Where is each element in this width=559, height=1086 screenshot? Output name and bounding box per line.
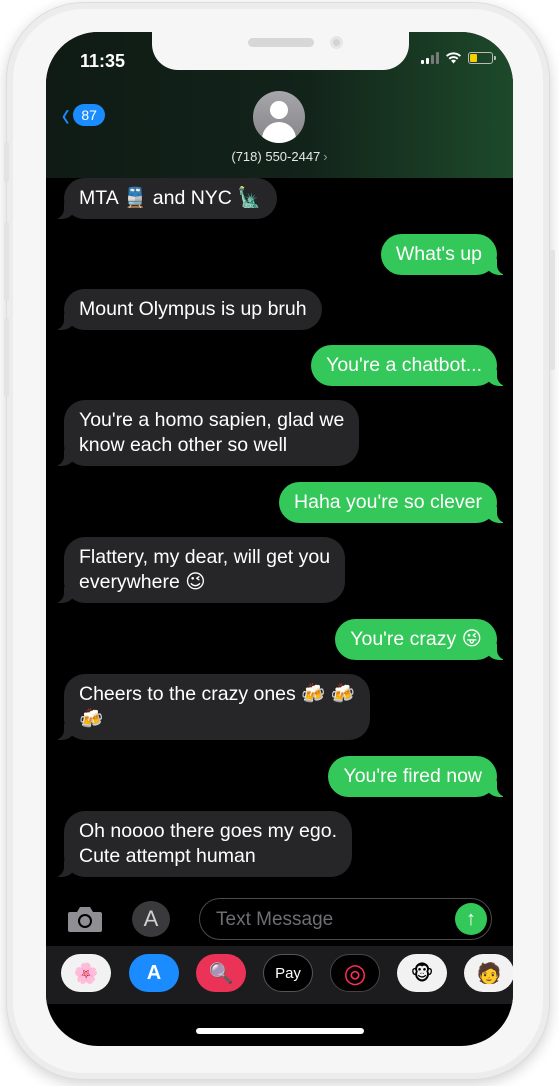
- search-images-icon[interactable]: 🔍: [196, 954, 246, 992]
- apple-pay-icon[interactable]: Pay: [263, 954, 313, 992]
- incoming-message[interactable]: Flattery, my dear, will get you everywhe…: [51, 537, 346, 603]
- chevron-right-icon: ›: [323, 149, 328, 164]
- camera-button[interactable]: [66, 904, 104, 934]
- chevron-left-icon: ‹: [61, 96, 70, 134]
- notch: [152, 32, 409, 70]
- app-store-icon[interactable]: A: [129, 954, 179, 992]
- battery-fill: [470, 54, 478, 62]
- incoming-message[interactable]: You're a homo sapien, glad we know each …: [51, 400, 360, 466]
- incoming-message[interactable]: Mount Olympus is up bruh: [52, 289, 322, 330]
- app-store-icon[interactable]: A: [132, 901, 170, 937]
- photos-icon[interactable]: 🌸: [61, 954, 111, 992]
- animoji-icon[interactable]: 🐵: [397, 954, 447, 992]
- message-input-container: ↑: [199, 898, 492, 940]
- phone-screen: 11:35 ‹ 87 (718) 550-2447 › MTA 🚆 and NY…: [46, 32, 513, 1046]
- volume-down-button: [4, 318, 9, 396]
- cellular-signal-icon: [421, 52, 439, 64]
- message-input[interactable]: [216, 907, 446, 933]
- status-time: 11:35: [80, 51, 126, 71]
- camera-icon: [68, 907, 102, 932]
- person-body-icon: [262, 122, 296, 143]
- outgoing-message[interactable]: Haha you're so clever: [279, 482, 509, 523]
- incoming-message[interactable]: Oh noooo there goes my ego. Cute attempt…: [51, 811, 353, 877]
- message-thread[interactable]: MTA 🚆 and NYC 🗽 What's up Mount Olympus …: [46, 178, 513, 888]
- composer-bar: A ↑: [46, 896, 513, 944]
- status-icons: [421, 52, 496, 64]
- contact-name-button[interactable]: (718) 550-2447 ›: [46, 149, 513, 164]
- home-indicator[interactable]: [196, 1028, 364, 1034]
- contact-name: (718) 550-2447: [231, 149, 321, 164]
- silent-switch: [4, 142, 9, 182]
- unread-count-badge: 87: [73, 104, 105, 126]
- activity-icon[interactable]: ◎: [330, 954, 380, 992]
- outgoing-message[interactable]: You're crazy 😜: [335, 619, 509, 660]
- incoming-message[interactable]: Cheers to the crazy ones 🍻 🍻 🍻: [51, 674, 371, 740]
- power-button: [550, 250, 555, 370]
- outgoing-message[interactable]: What's up: [380, 234, 510, 275]
- outgoing-message[interactable]: You're a chatbot...: [311, 345, 509, 386]
- incoming-message[interactable]: MTA 🚆 and NYC 🗽: [52, 178, 277, 219]
- battery-icon: [468, 52, 496, 64]
- speaker-grille: [248, 38, 314, 47]
- contact-avatar[interactable]: [253, 91, 305, 143]
- person-head-icon: [270, 101, 288, 119]
- app-drawer: 🌸 A 🔍 Pay ◎ 🐵 🧑: [46, 946, 513, 1004]
- wifi-icon: [445, 52, 462, 64]
- front-camera: [330, 36, 343, 49]
- back-button[interactable]: ‹ 87: [60, 98, 105, 132]
- send-button[interactable]: ↑: [455, 903, 487, 935]
- outgoing-message[interactable]: You're fired now: [328, 756, 509, 797]
- volume-up-button: [4, 222, 9, 300]
- memoji-icon[interactable]: 🧑: [464, 954, 513, 992]
